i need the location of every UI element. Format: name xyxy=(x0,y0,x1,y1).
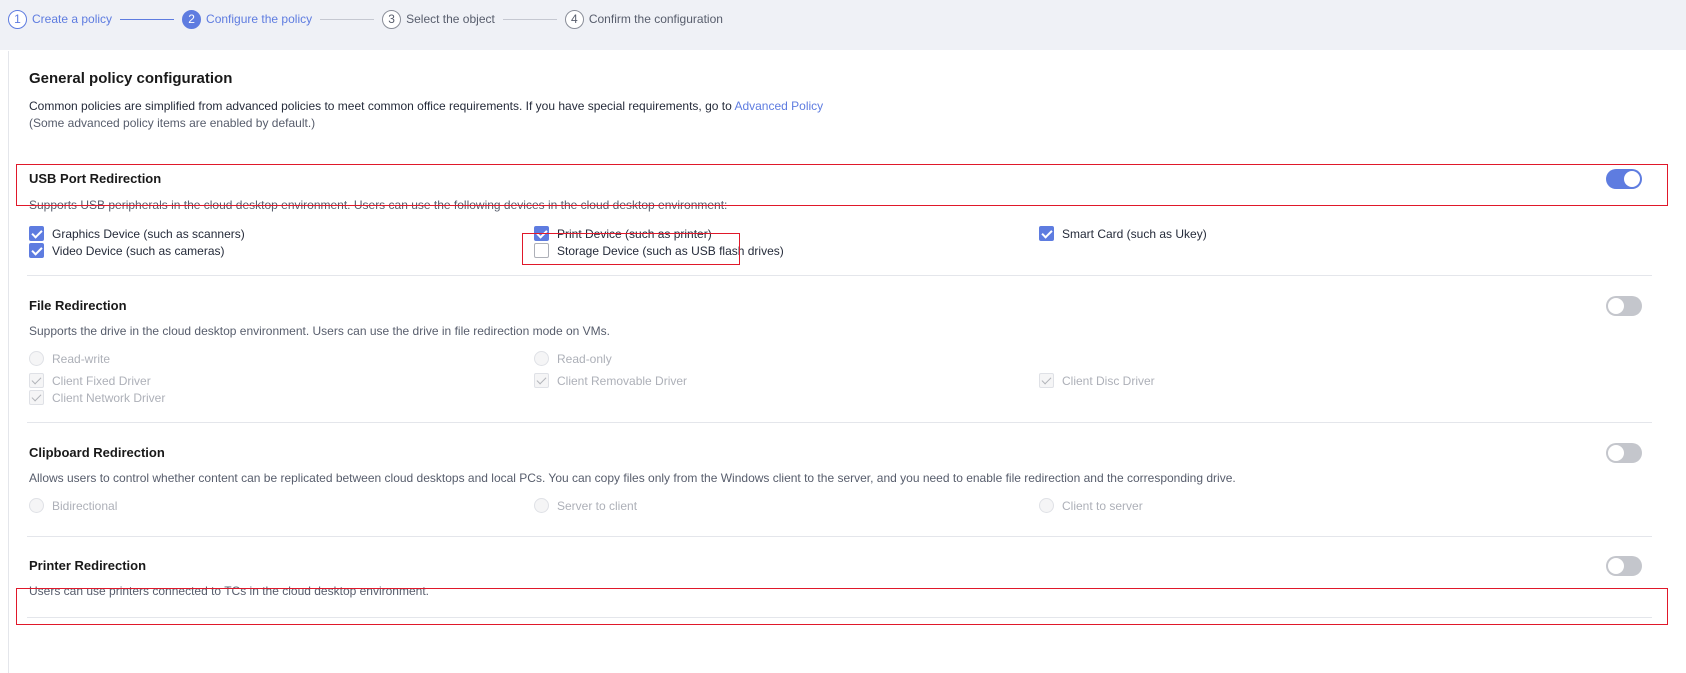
step-connector xyxy=(502,18,557,20)
checkbox[interactable] xyxy=(29,226,44,241)
usb-option-print[interactable]: Print Device (such as printer) xyxy=(534,226,712,241)
usb-option-video[interactable]: Video Device (such as cameras) xyxy=(29,243,225,258)
checkbox[interactable] xyxy=(29,373,44,388)
printer-section-description: Users can use printers connected to TCs … xyxy=(29,584,429,598)
section-divider xyxy=(27,275,1652,276)
step-configure-policy[interactable]: 2 Configure the policy xyxy=(182,9,313,29)
top-bar: 1 Create a policy 2 Configure the policy… xyxy=(0,0,1686,50)
page-note: (Some advanced policy items are enabled … xyxy=(29,116,316,130)
option-label: Storage Device (such as USB flash drives… xyxy=(557,243,784,258)
printer-section-title: Printer Redirection xyxy=(29,558,147,573)
option-label: Server to client xyxy=(557,498,638,513)
advanced-policy-link[interactable]: Advanced Policy xyxy=(734,99,823,113)
usb-option-smart-card[interactable]: Smart Card (such as Ukey) xyxy=(1039,226,1207,241)
file-driver-network[interactable]: Client Network Driver xyxy=(29,390,165,405)
step-select-object[interactable]: 3 Select the object xyxy=(382,9,495,29)
step-number: 3 xyxy=(382,9,402,29)
file-mode-read-only[interactable]: Read-only xyxy=(534,351,612,366)
step-number: 2 xyxy=(182,9,202,29)
page-description-text: Common policies are simplified from adva… xyxy=(29,99,732,113)
usb-option-storage[interactable]: Storage Device (such as USB flash drives… xyxy=(534,243,784,258)
clipboard-toggle[interactable] xyxy=(1606,443,1642,463)
toggle-knob xyxy=(1608,298,1624,314)
checkbox[interactable] xyxy=(534,226,549,241)
step-connector xyxy=(120,18,175,20)
section-divider xyxy=(27,422,1652,423)
option-label: Bidirectional xyxy=(52,498,118,513)
checkbox[interactable] xyxy=(534,243,549,258)
printer-toggle[interactable] xyxy=(1606,556,1642,576)
radio[interactable] xyxy=(1039,498,1054,513)
file-toggle[interactable] xyxy=(1606,296,1642,316)
option-label: Client Removable Driver xyxy=(557,373,688,388)
step-label: Select the object xyxy=(406,12,495,26)
option-label: Client to server xyxy=(1062,498,1143,513)
toggle-knob xyxy=(1608,558,1624,574)
checkbox[interactable] xyxy=(1039,373,1054,388)
option-label: Video Device (such as cameras) xyxy=(52,243,225,258)
clipboard-section-title: Clipboard Redirection xyxy=(29,445,165,460)
clipboard-section-description: Allows users to control whether content … xyxy=(29,471,1236,485)
file-driver-disc[interactable]: Client Disc Driver xyxy=(1039,373,1155,388)
option-label: Client Network Driver xyxy=(52,390,166,405)
clipboard-mode-bidirectional[interactable]: Bidirectional xyxy=(29,498,117,513)
usb-toggle[interactable] xyxy=(1606,169,1642,189)
step-number: 4 xyxy=(564,9,584,29)
checkbox[interactable] xyxy=(29,390,44,405)
checkbox[interactable] xyxy=(1039,226,1054,241)
checkbox[interactable] xyxy=(29,243,44,258)
clipboard-mode-client-to-server[interactable]: Client to server xyxy=(1039,498,1143,513)
file-mode-read-write[interactable]: Read-write xyxy=(29,351,110,366)
step-label: Configure the policy xyxy=(206,12,313,26)
option-label: Read-write xyxy=(52,351,111,366)
file-section-title: File Redirection xyxy=(29,298,127,313)
toggle-knob xyxy=(1624,171,1640,187)
option-label: Print Device (such as printer) xyxy=(557,226,712,241)
usb-section-title: USB Port Redirection xyxy=(29,171,162,186)
radio[interactable] xyxy=(29,351,44,366)
step-confirm-configuration[interactable]: 4 Confirm the configuration xyxy=(564,9,723,29)
file-section-description: Supports the drive in the cloud desktop … xyxy=(29,324,610,338)
radio[interactable] xyxy=(29,498,44,513)
checkbox[interactable] xyxy=(534,373,549,388)
section-divider xyxy=(27,617,1652,618)
page-description: Common policies are simplified from adva… xyxy=(29,99,823,113)
option-label: Client Fixed Driver xyxy=(52,373,151,388)
wizard-steps: 1 Create a policy 2 Configure the policy… xyxy=(8,9,723,29)
step-number: 1 xyxy=(8,9,27,29)
option-label: Read-only xyxy=(557,351,612,366)
step-label: Create a policy xyxy=(32,12,113,26)
option-label: Client Disc Driver xyxy=(1062,373,1155,388)
usb-option-graphics[interactable]: Graphics Device (such as scanners) xyxy=(29,226,245,241)
option-label: Smart Card (such as Ukey) xyxy=(1062,226,1207,241)
usb-section-description: Supports USB peripherals in the cloud de… xyxy=(29,198,728,212)
section-divider xyxy=(27,536,1652,537)
radio[interactable] xyxy=(534,351,549,366)
page-title: General policy configuration xyxy=(29,70,233,87)
option-label: Graphics Device (such as scanners) xyxy=(52,226,245,241)
file-driver-fixed[interactable]: Client Fixed Driver xyxy=(29,373,151,388)
step-create-policy[interactable]: 1 Create a policy xyxy=(8,9,113,29)
clipboard-mode-server-to-client[interactable]: Server to client xyxy=(534,498,637,513)
file-driver-removable[interactable]: Client Removable Driver xyxy=(534,373,687,388)
radio[interactable] xyxy=(534,498,549,513)
step-connector xyxy=(320,18,375,20)
policy-config-panel: General policy configuration Common poli… xyxy=(8,51,1686,673)
step-label: Confirm the configuration xyxy=(588,12,723,26)
toggle-knob xyxy=(1608,445,1624,461)
